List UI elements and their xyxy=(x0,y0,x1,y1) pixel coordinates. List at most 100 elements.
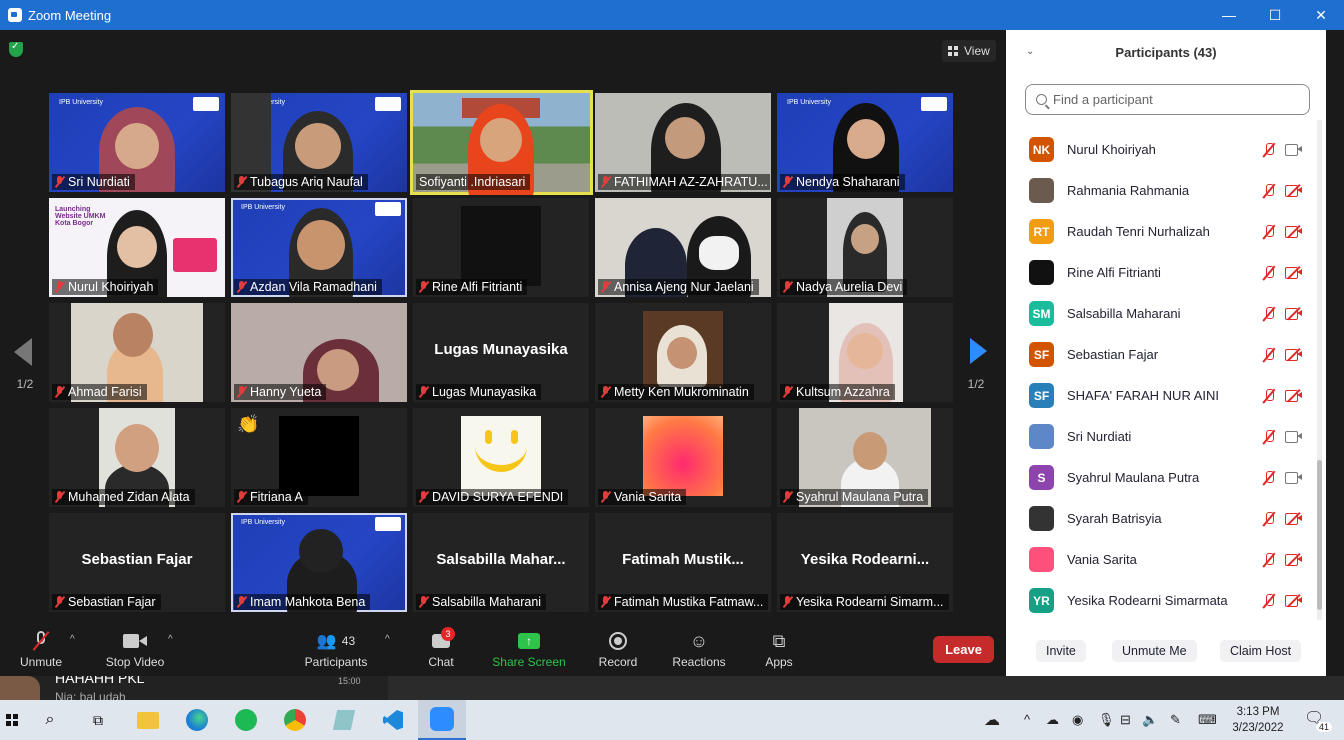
taskbar-clock[interactable]: 3:13 PM 3/23/2022 xyxy=(1228,704,1288,736)
tile-display-name: Sebastian Fajar xyxy=(81,551,193,568)
participant-list-scrollbar[interactable] xyxy=(1317,120,1322,620)
onedrive-sync-icon[interactable]: ☁ xyxy=(1046,712,1059,728)
unmute-me-button[interactable]: Unmute Me xyxy=(1112,640,1197,662)
tile-name-label: Lugas Munayasika xyxy=(416,384,542,400)
share-screen-button[interactable]: ↑ Share Screen xyxy=(492,630,566,669)
participant-row[interactable]: SF SHAFA' FARAH NUR AINI xyxy=(1006,375,1318,416)
vscode-icon[interactable] xyxy=(381,708,405,732)
video-tile[interactable]: DAVID SURYA EFENDI xyxy=(413,408,589,507)
video-tile[interactable]: IPB University Azdan Vila Ramadhani xyxy=(231,198,407,297)
tile-name-label: Kultsum Azzahra xyxy=(780,384,895,400)
chat-button[interactable]: 3 Chat xyxy=(423,627,459,669)
windows-start-icon[interactable] xyxy=(0,708,24,732)
stop-video-button[interactable]: Stop Video xyxy=(104,630,166,669)
video-tile[interactable]: Muhamed Zidan Alata xyxy=(49,408,225,507)
file-explorer-icon[interactable] xyxy=(136,708,160,732)
mic-muted-icon xyxy=(1262,306,1276,322)
video-off-icon xyxy=(1285,593,1302,608)
participant-row[interactable]: RT Raudah Tenri Nurhalizah xyxy=(1006,211,1318,252)
participant-row[interactable]: Rine Alfi Fitrianti xyxy=(1006,252,1318,293)
volume-icon[interactable]: 🔈 xyxy=(1142,712,1158,728)
mic-muted-icon xyxy=(419,386,428,398)
network-icon[interactable]: ⊟ xyxy=(1120,712,1131,728)
task-view-icon[interactable]: ⧉ xyxy=(86,708,110,732)
video-tile[interactable]: IPB University Sri Nurdiati xyxy=(49,93,225,192)
participant-row[interactable]: S Syahrul Maulana Putra xyxy=(1006,457,1318,498)
participant-row[interactable]: Rahmania Rahmania xyxy=(1006,170,1318,211)
video-tile[interactable]: IPB University Imam Mahkota Bena xyxy=(231,513,407,612)
participant-avatar-photo xyxy=(1029,178,1054,203)
video-tile[interactable]: Kultsum Azzahra xyxy=(777,303,953,402)
tile-name: Muhamed Zidan Alata xyxy=(68,490,190,504)
pen-icon[interactable]: ✎ xyxy=(1170,712,1181,728)
video-tile[interactable]: FATHIMAH AZ-ZAHRATU... xyxy=(595,93,771,192)
video-tile[interactable]: Salsabilla Mahar... Salsabilla Maharani xyxy=(413,513,589,612)
edge-browser-icon[interactable] xyxy=(185,708,209,732)
participant-row[interactable]: NK Nurul Khoiriyah xyxy=(1006,129,1318,170)
video-tile-active-speaker[interactable]: Sofiyanti .Indriasari xyxy=(410,90,593,195)
participant-row[interactable]: Syarah Batrisyia xyxy=(1006,498,1318,539)
participant-row[interactable]: YR Yesika Rodearni Simarmata xyxy=(1006,580,1318,621)
background-chat-window: HAHAHH PKL Nia: bal udah 15:00 xyxy=(0,676,1344,700)
video-tile[interactable]: Ahmad Farisi xyxy=(49,303,225,402)
next-page-arrow-icon[interactable] xyxy=(970,338,987,364)
page-indicator-right: 1/2 xyxy=(967,377,985,391)
spotify-icon[interactable] xyxy=(234,708,258,732)
record-button[interactable]: Record xyxy=(596,630,640,669)
show-hidden-icons-caret-icon[interactable]: ^ xyxy=(1024,712,1030,727)
participants-options-caret-icon[interactable]: ^ xyxy=(385,634,390,645)
weather-icon[interactable]: ☁ xyxy=(984,710,1000,730)
video-tile[interactable]: Annisa Ajeng Nur Jaelani xyxy=(595,198,771,297)
participant-row[interactable]: Sri Nurdiati xyxy=(1006,416,1318,457)
tile-name-label: Yesika Rodearni Simarm... xyxy=(780,594,949,610)
participant-search-input[interactable] xyxy=(1053,92,1293,107)
video-tile[interactable]: Launching Website UMKM Kota Bogor Nurul … xyxy=(49,198,225,297)
participant-avatar-photo xyxy=(1029,424,1054,449)
microphone-icon[interactable]: 🎙 xyxy=(1098,712,1115,728)
chrome-icon[interactable] xyxy=(283,708,307,732)
participant-row[interactable]: SM Salsabilla Maharani xyxy=(1006,293,1318,334)
kampus-merdeka-logo xyxy=(193,97,219,111)
scrollbar-thumb[interactable] xyxy=(1317,460,1322,610)
participant-row[interactable]: SF Sebastian Fajar xyxy=(1006,334,1318,375)
video-tile[interactable]: Syahrul Maulana Putra xyxy=(777,408,953,507)
search-icon[interactable]: ⌕ xyxy=(38,708,62,732)
close-button[interactable]: ✕ xyxy=(1298,0,1344,30)
video-tile[interactable]: Lugas Munayasika Lugas Munayasika xyxy=(413,303,589,402)
video-off-icon xyxy=(1285,224,1302,239)
zoom-taskbar-icon[interactable] xyxy=(418,700,466,740)
app-icon[interactable] xyxy=(332,708,356,732)
keyboard-icon[interactable]: ⌨ xyxy=(1198,712,1217,728)
leave-button[interactable]: Leave xyxy=(933,636,994,663)
invite-button[interactable]: Invite xyxy=(1036,640,1086,662)
apps-button[interactable]: ⧉ Apps xyxy=(762,630,796,670)
audio-options-caret-icon[interactable]: ^ xyxy=(70,634,75,645)
participant-avatar: S xyxy=(1029,465,1054,490)
participants-button[interactable]: 👥 43 Participants xyxy=(303,630,369,669)
video-tile[interactable]: IPB University Tubagus Ariq Naufal xyxy=(231,93,407,192)
video-tile[interactable]: Hanny Yueta xyxy=(231,303,407,402)
meeting-toolbar: Unmute ^ Stop Video ^ 👥 43 Participants … xyxy=(0,622,1006,676)
video-tile[interactable]: Sebastian Fajar Sebastian Fajar xyxy=(49,513,225,612)
video-tile[interactable]: Fatimah Mustik... Fatimah Mustika Fatmaw… xyxy=(595,513,771,612)
video-tile[interactable]: 👏 Fitriana A xyxy=(231,408,407,507)
video-tile[interactable]: Nadya Aurelia Devi xyxy=(777,198,953,297)
video-tile[interactable]: Metty Ken Mukrominatin xyxy=(595,303,771,402)
security-shield-icon[interactable] xyxy=(9,41,23,57)
reactions-button[interactable]: ☺ Reactions xyxy=(670,630,728,670)
prev-page-arrow-icon[interactable] xyxy=(14,338,32,366)
maximize-button[interactable]: ☐ xyxy=(1252,0,1298,30)
participant-row[interactable]: Vania Sarita xyxy=(1006,539,1318,580)
video-tile[interactable]: IPB University Nendya Shaharani xyxy=(777,93,953,192)
video-tile[interactable]: Vania Sarita xyxy=(595,408,771,507)
participant-search-box[interactable] xyxy=(1025,84,1310,115)
claim-host-button[interactable]: Claim Host xyxy=(1220,640,1302,662)
view-button[interactable]: View xyxy=(942,40,996,62)
video-tile[interactable]: Yesika Rodearni... Yesika Rodearni Simar… xyxy=(777,513,953,612)
tile-display-name: Fatimah Mustik... xyxy=(622,551,744,568)
unmute-button[interactable]: Unmute xyxy=(18,630,64,669)
video-options-caret-icon[interactable]: ^ xyxy=(168,634,173,645)
webcam-icon[interactable]: ◉ xyxy=(1072,712,1083,728)
video-tile[interactable]: Rine Alfi Fitrianti xyxy=(413,198,589,297)
minimize-button[interactable]: — xyxy=(1206,0,1252,30)
